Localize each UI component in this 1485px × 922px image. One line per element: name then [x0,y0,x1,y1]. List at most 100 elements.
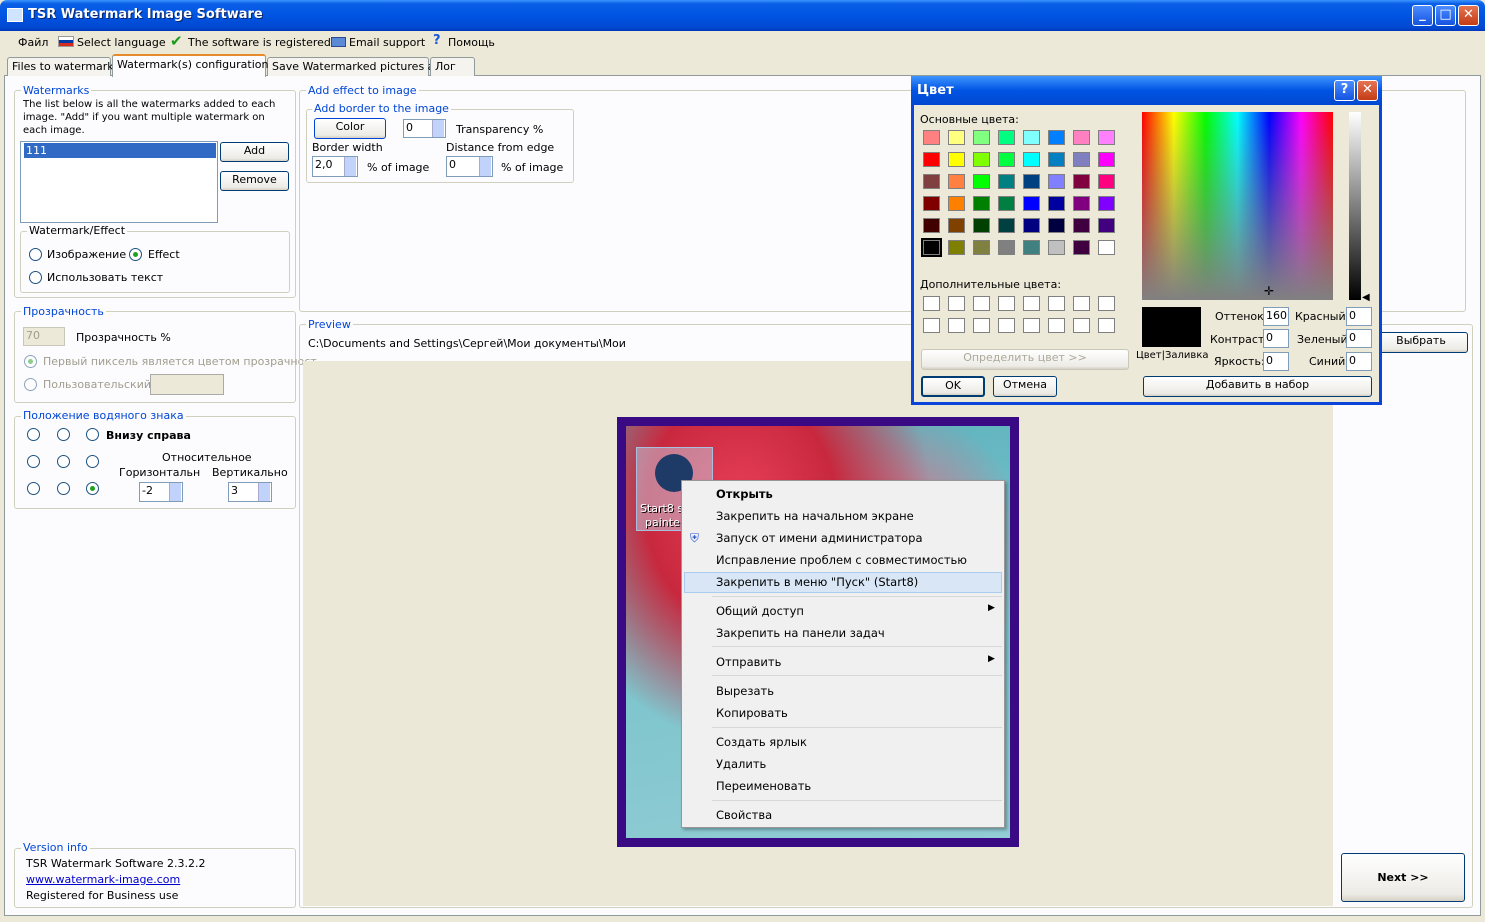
lum-input[interactable]: 0 [1263,352,1289,371]
color-swatch[interactable] [1048,240,1065,255]
color-swatch[interactable] [998,218,1015,233]
next-button[interactable]: Next >> [1341,853,1465,902]
color-swatch[interactable] [948,130,965,145]
color-swatch[interactable] [998,196,1015,211]
color-swatch[interactable] [923,196,940,211]
custom-color-swatch[interactable] [1048,318,1065,333]
ctx-pin-start[interactable]: Закрепить на начальном экране [716,509,914,523]
transparency-spinner[interactable] [432,120,444,137]
add-custom-button[interactable]: Добавить в набор [1143,376,1372,397]
color-spectrum[interactable] [1142,112,1333,300]
tab-log[interactable]: Лог [430,57,475,76]
vertical-spinner[interactable] [258,483,270,501]
ctx-delete[interactable]: Удалить [716,757,766,771]
color-swatch[interactable] [1048,130,1065,145]
color-swatch[interactable] [998,240,1015,255]
color-swatch[interactable] [973,130,990,145]
ok-button[interactable]: OK [921,376,985,397]
ctx-compat[interactable]: Исправление проблем с совместимостью [716,553,967,567]
color-swatch[interactable] [1023,174,1040,189]
custom-color-swatch[interactable] [948,296,965,311]
color-swatch[interactable] [973,240,990,255]
color-swatch[interactable] [921,238,942,257]
custom-color-swatch[interactable] [973,318,990,333]
green-input[interactable]: 0 [1346,329,1372,348]
ctx-send[interactable]: Отправить [716,655,781,669]
distance-spinner[interactable] [479,157,491,176]
color-swatch[interactable] [973,218,990,233]
custom-color-swatch[interactable] [923,296,940,311]
color-swatch[interactable] [1023,130,1040,145]
close-button[interactable]: ✕ [1458,5,1479,26]
color-swatch[interactable] [1023,196,1040,211]
tab-save[interactable]: Save Watermarked pictures as [267,57,440,76]
color-swatch[interactable] [923,174,940,189]
red-input[interactable]: 0 [1346,307,1372,326]
ctx-pin-start8[interactable]: Закрепить в меню "Пуск" (Start8) [716,575,918,589]
custom-color-swatch[interactable] [1098,318,1115,333]
custom-color-swatch[interactable] [998,318,1015,333]
cancel-button[interactable]: Отмена [993,376,1057,397]
radio-pos-mc[interactable] [57,455,70,468]
horizontal-spinner[interactable] [169,483,181,501]
luminance-bar[interactable] [1349,112,1361,300]
dialog-close-button[interactable]: ✕ [1357,80,1378,101]
custom-color-swatch[interactable] [973,296,990,311]
custom-color-swatch[interactable] [1048,296,1065,311]
color-swatch[interactable] [1098,130,1115,145]
remove-button[interactable]: Remove [220,171,289,191]
color-swatch[interactable] [973,196,990,211]
radio-pos-ml[interactable] [27,455,40,468]
custom-color-swatch[interactable] [1023,318,1040,333]
ctx-rename[interactable]: Переименовать [716,779,811,793]
color-swatch[interactable] [1073,196,1090,211]
hue-input[interactable]: 160 [1263,307,1289,326]
color-swatch[interactable] [998,174,1015,189]
color-swatch[interactable] [1073,174,1090,189]
radio-image[interactable] [29,248,42,261]
color-swatch[interactable] [1048,196,1065,211]
custom-color-swatch[interactable] [1073,318,1090,333]
color-button[interactable]: Color [314,118,386,139]
color-swatch[interactable] [948,240,965,255]
radio-pos-tc[interactable] [57,428,70,441]
color-swatch[interactable] [1023,240,1040,255]
custom-color-swatch[interactable] [1098,296,1115,311]
blue-input[interactable]: 0 [1346,352,1372,371]
color-swatch[interactable] [1048,174,1065,189]
border-width-spinner[interactable] [344,157,356,176]
dialog-help-button[interactable]: ? [1334,80,1355,101]
watermark-list[interactable]: 111 [20,141,218,223]
menu-email[interactable]: Email support [349,36,425,49]
maximize-button[interactable]: □ [1435,5,1456,26]
tab-files[interactable]: Files to watermark [7,57,114,76]
radio-pos-tr[interactable] [86,428,99,441]
ctx-open[interactable]: Открыть [716,487,773,501]
color-swatch[interactable] [948,174,965,189]
radio-pos-bc[interactable] [57,482,70,495]
color-swatch[interactable] [1073,218,1090,233]
color-swatch[interactable] [948,196,965,211]
ctx-pin-taskbar[interactable]: Закрепить на панели задач [716,626,885,640]
color-swatch[interactable] [973,152,990,167]
tab-watermark-config[interactable]: Watermark(s) configuration [112,54,268,77]
color-swatch[interactable] [1098,218,1115,233]
color-swatch[interactable] [923,218,940,233]
color-swatch[interactable] [973,174,990,189]
minimize-button[interactable]: _ [1412,5,1433,26]
radio-pos-tl[interactable] [27,428,40,441]
radio-pos-bl[interactable] [27,482,40,495]
ctx-shortcut[interactable]: Создать ярлык [716,735,807,749]
color-swatch[interactable] [923,130,940,145]
custom-color-swatch[interactable] [948,318,965,333]
color-swatch[interactable] [923,152,940,167]
color-swatch[interactable] [1073,130,1090,145]
menu-registered[interactable]: The software is registered [188,36,331,49]
custom-color-swatch[interactable] [998,296,1015,311]
radio-pos-br[interactable] [86,482,99,495]
color-swatch[interactable] [998,130,1015,145]
luminance-arrow-icon[interactable]: ◀ [1362,292,1370,303]
ctx-cut[interactable]: Вырезать [716,684,774,698]
color-swatch[interactable] [1048,218,1065,233]
color-swatch[interactable] [1098,240,1115,255]
